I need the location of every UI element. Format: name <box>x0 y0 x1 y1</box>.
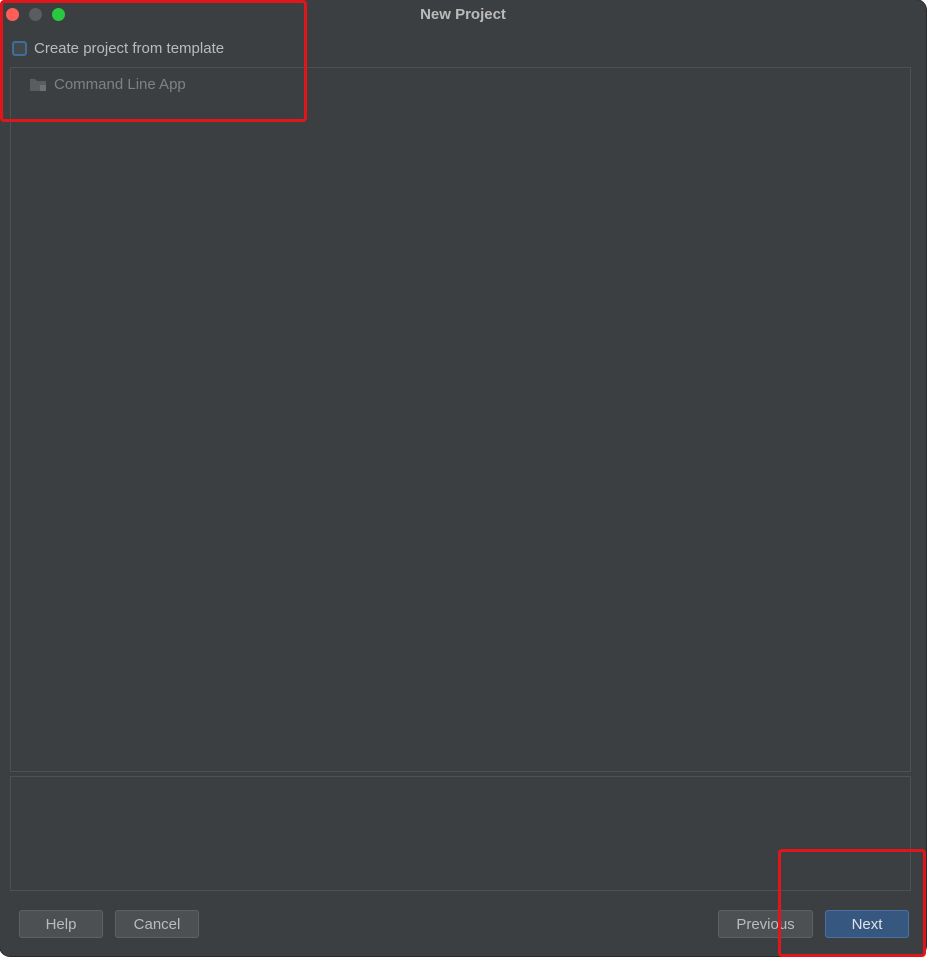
cancel-button[interactable]: Cancel <box>115 910 199 938</box>
folder-icon <box>30 78 46 91</box>
new-project-dialog: New Project Create project from template… <box>0 0 926 956</box>
create-from-template-label[interactable]: Create project from template <box>34 40 224 57</box>
window-title: New Project <box>420 6 506 23</box>
template-list: Command Line App <box>10 67 911 772</box>
help-button[interactable]: Help <box>19 910 103 938</box>
next-button[interactable]: Next <box>825 910 909 938</box>
list-item-label: Command Line App <box>54 75 186 93</box>
list-item[interactable]: Command Line App <box>29 74 186 94</box>
create-from-template-option[interactable]: Create project from template <box>12 38 224 58</box>
create-from-template-checkbox[interactable] <box>12 40 27 56</box>
previous-button[interactable]: Previous <box>718 910 813 938</box>
title-bar: New Project <box>0 0 926 30</box>
template-description-panel <box>10 776 911 891</box>
